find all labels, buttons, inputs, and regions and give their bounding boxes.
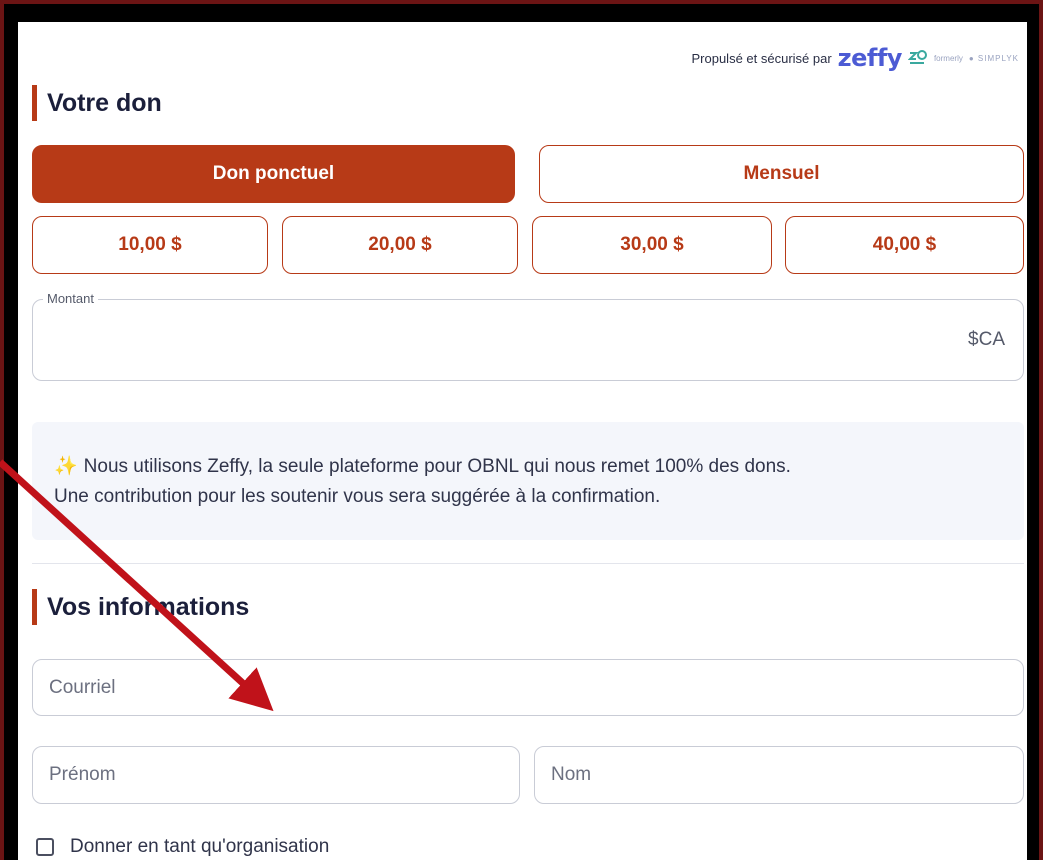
info-line-2: Une contribution pour les soutenir vous … [54,486,661,507]
donation-section-title: Votre don [32,85,162,121]
powered-by: Propulsé et sécurisé par zeffy formerly … [691,46,1019,70]
simplyk-logo: ● SIMPLYK [968,53,1019,63]
amount-label: Montant [43,291,98,306]
donation-form-panel: Propulsé et sécurisé par zeffy formerly … [18,22,1027,860]
email-field[interactable]: Courriel [32,659,1024,716]
amount-40-button[interactable]: 40,00 $ [785,216,1024,274]
last-name-placeholder: Nom [551,764,592,785]
organization-checkbox-row[interactable]: Donner en tant qu'organisation [36,836,329,858]
first-name-placeholder: Prénom [49,764,116,785]
zeffy-mark-icon [907,50,927,64]
first-name-field[interactable]: Prénom [32,746,520,804]
amount-30-button[interactable]: 30,00 $ [532,216,772,274]
info-line-1: ✨ Nous utilisons Zeffy, la seule platefor… [54,456,791,477]
currency-label: $CA [968,329,1005,350]
organization-checkbox-label: Donner en tant qu'organisation [70,836,330,857]
amount-10-button[interactable]: 10,00 $ [32,216,268,274]
section-divider [32,563,1024,564]
personal-info-section-title: Vos informations [32,589,249,625]
last-name-field[interactable]: Nom [534,746,1024,804]
email-placeholder: Courriel [49,676,116,698]
one-time-donation-button[interactable]: Don ponctuel [32,145,515,203]
organization-checkbox[interactable] [36,838,54,856]
zeffy-logo: zeffy [837,44,903,72]
amount-input[interactable]: Montant $CA [32,291,1024,381]
powered-by-text: Propulsé et sécurisé par [691,50,832,66]
formerly-text: formerly [933,53,963,63]
sparkle-icon: ✨ [54,456,78,477]
zeffy-info-box: ✨ Nous utilisons Zeffy, la seule platefor… [32,422,1024,540]
amount-20-button[interactable]: 20,00 $ [282,216,518,274]
monthly-donation-button[interactable]: Mensuel [539,145,1024,203]
